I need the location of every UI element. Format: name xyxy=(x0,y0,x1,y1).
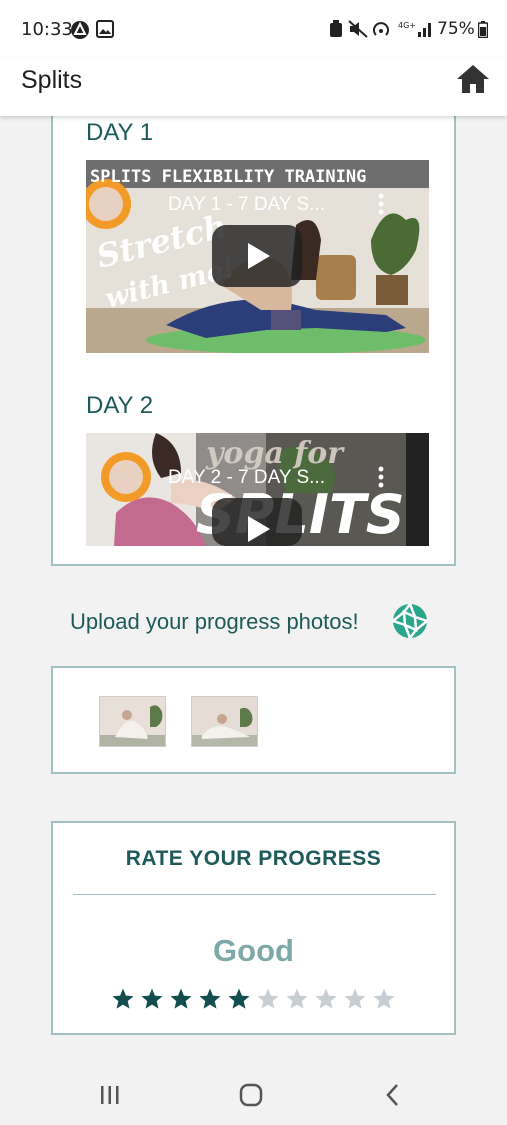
system-nav-bar xyxy=(0,1066,507,1125)
svg-text:4G+: 4G+ xyxy=(398,21,416,30)
videos-card: DAY 1 SPLITS FLEXIBILITY TRAINING DAY 1 … xyxy=(51,100,456,566)
video-2-overlay-text-1: yoga for xyxy=(205,436,345,471)
video-1-title: DAY 1 - 7 DAY S... xyxy=(168,194,325,215)
image-icon xyxy=(96,20,114,38)
home-circle-icon[interactable] xyxy=(238,1082,264,1108)
home-icon[interactable] xyxy=(456,64,490,94)
star-rating[interactable] xyxy=(111,987,401,1013)
video-thumbnail-day-2[interactable]: DAY 2 - 7 DAY S... yoga for SPLITS xyxy=(86,433,429,546)
progress-photo-2[interactable] xyxy=(191,696,258,747)
star-filled-icon[interactable] xyxy=(169,987,193,1011)
camera-shutter-icon[interactable] xyxy=(392,603,428,639)
upload-text: Upload your progress photos! xyxy=(70,609,359,634)
page-title: Splits xyxy=(21,66,83,94)
video-1-banner: SPLITS FLEXIBILITY TRAINING xyxy=(90,167,366,187)
signal-4g-icon: 4G+ xyxy=(398,21,431,37)
battery-percentage: 75% xyxy=(437,19,475,39)
star-empty-icon[interactable] xyxy=(314,987,338,1011)
back-icon[interactable] xyxy=(380,1082,406,1108)
rate-progress-card: RATE YOUR PROGRESS Good xyxy=(51,821,456,1035)
divider xyxy=(73,894,436,895)
star-filled-icon[interactable] xyxy=(198,987,222,1011)
hotspot-icon xyxy=(373,22,389,36)
star-empty-icon[interactable] xyxy=(343,987,367,1011)
battery-icon xyxy=(478,21,488,38)
star-empty-icon[interactable] xyxy=(256,987,280,1011)
rating-value-label: Good xyxy=(213,933,294,968)
video-2-preview[interactable]: DAY 2 - 7 DAY S... yoga for SPLITS xyxy=(86,433,429,546)
app-bar: Splits xyxy=(0,58,507,116)
status-time: 10:33 xyxy=(21,19,73,40)
day-1-label: DAY 1 xyxy=(86,119,154,146)
video-thumbnail-day-1[interactable]: SPLITS FLEXIBILITY TRAINING DAY 1 - 7 DA… xyxy=(86,160,429,353)
status-bar: 10:33 4G+ 75% xyxy=(0,0,507,58)
video-1-preview[interactable]: SPLITS FLEXIBILITY TRAINING DAY 1 - 7 DA… xyxy=(86,160,429,353)
star-empty-icon[interactable] xyxy=(372,987,396,1011)
star-filled-icon[interactable] xyxy=(140,987,164,1011)
mute-icon xyxy=(348,20,368,38)
star-filled-icon[interactable] xyxy=(111,987,135,1011)
rate-title: RATE YOUR PROGRESS xyxy=(125,847,382,870)
star-empty-icon[interactable] xyxy=(285,987,309,1011)
progress-photo-1[interactable] xyxy=(99,696,166,747)
day-2-label: DAY 2 xyxy=(86,392,154,419)
progress-photos-card xyxy=(51,666,456,774)
battery-saver-icon xyxy=(330,20,342,37)
alert-circle-icon xyxy=(71,21,89,39)
recents-icon[interactable] xyxy=(97,1082,123,1108)
star-filled-icon[interactable] xyxy=(227,987,251,1011)
